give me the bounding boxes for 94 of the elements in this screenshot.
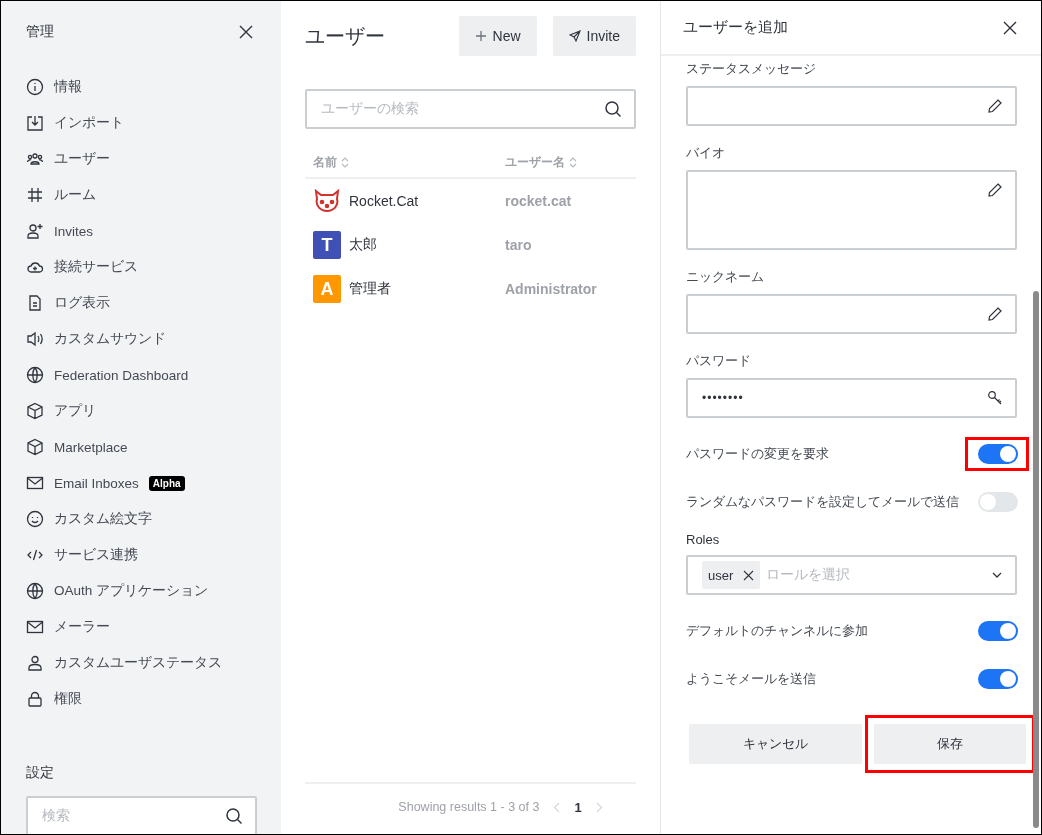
sidebar-item[interactable]: Marketplace [54, 439, 128, 455]
close-icon[interactable] [239, 25, 253, 39]
toggle-switch[interactable] [978, 444, 1018, 464]
sidebar-item[interactable]: メーラー [54, 618, 110, 636]
alpha-badge: Alpha [148, 475, 185, 491]
sidebar-item[interactable]: インポート [54, 114, 124, 132]
text-field[interactable] [686, 294, 1017, 334]
field-label: Roles [686, 532, 721, 547]
panel-title: ユーザーを追加 [683, 18, 788, 37]
mail-icon [26, 474, 44, 492]
globe-icon [26, 366, 44, 384]
letter-avatar: A [313, 275, 341, 303]
next-page-icon[interactable] [595, 801, 603, 813]
password-dots: •••••••• [702, 391, 744, 405]
page-title: ユーザー [305, 23, 385, 49]
roles-select[interactable]: user ロールを選択 [686, 555, 1017, 595]
remove-icon[interactable] [743, 569, 755, 581]
select-placeholder: ロールを選択 [766, 566, 852, 584]
speaker-icon [26, 330, 44, 348]
cube-icon [26, 402, 44, 420]
toggle-label: デフォルトのチャンネルに参加 [686, 622, 868, 640]
chevron-down-icon [991, 571, 1003, 579]
info-icon [26, 78, 44, 96]
text-field[interactable] [686, 86, 1017, 126]
username-cell: Administrator [505, 281, 597, 297]
lock-icon [26, 690, 44, 708]
sidebar-item[interactable]: 情報 [54, 78, 82, 96]
cube-icon [26, 438, 44, 456]
sidebar-item[interactable]: ルーム [54, 186, 96, 204]
user-name[interactable]: Rocket.Cat [349, 193, 419, 209]
field-label: バイオ [686, 144, 726, 162]
user-name[interactable]: 管理者 [349, 280, 391, 298]
password-field[interactable]: •••••••• [686, 378, 1017, 418]
toggle-switch[interactable] [978, 492, 1018, 512]
toggle-label: ようこそメールを送信 [686, 670, 816, 688]
mail-icon [26, 618, 44, 636]
import-icon [26, 114, 44, 132]
sidebar-item[interactable]: アプリ [54, 402, 96, 420]
sidebar-item[interactable]: 権限 [54, 690, 82, 708]
close-icon[interactable] [1003, 20, 1017, 35]
toggle-label: ランダムなパスワードを設定してメールで送信 [686, 493, 959, 511]
previous-page-icon[interactable] [553, 801, 561, 813]
sidebar-item[interactable]: OAuth アプリケーション [54, 582, 209, 600]
field-label: ステータスメッセージ [686, 60, 817, 78]
search-placeholder: 検索 [42, 807, 71, 825]
users-icon [26, 150, 44, 168]
globe-icon [26, 582, 44, 600]
sort-icon[interactable] [341, 156, 349, 168]
sidebar-item[interactable]: カスタムサウンド [54, 330, 166, 348]
smile-icon [26, 510, 44, 528]
username-cell: rocket.cat [505, 193, 572, 209]
sort-icon[interactable] [569, 156, 577, 168]
sidebar-item[interactable]: ユーザー [54, 150, 110, 168]
scrollbar-thumb[interactable] [1033, 291, 1039, 828]
results-summary: Showing results 1 - 3 of 3 [398, 800, 540, 814]
pencil-icon [987, 182, 1003, 198]
sidebar-item[interactable]: Invites [54, 223, 94, 239]
form-button[interactable]: キャンセル [689, 724, 862, 764]
sidebar-item[interactable]: Email Inboxes [54, 475, 139, 491]
sidebar-item[interactable]: 接続サービス [54, 258, 138, 276]
user-name[interactable]: 太郎 [349, 236, 377, 254]
search-icon [225, 807, 243, 825]
username-cell: taro [505, 237, 532, 253]
hash-icon [26, 186, 44, 204]
pencil-icon [987, 306, 1003, 322]
user-plus-icon [26, 222, 44, 240]
cat-avatar-icon [313, 189, 341, 213]
sidebar-item[interactable]: サービス連携 [54, 546, 138, 564]
pencil-icon [987, 98, 1003, 114]
field-label: ニックネーム [686, 268, 765, 286]
send-icon [568, 30, 581, 42]
plus-icon [474, 30, 487, 42]
user-icon [26, 654, 44, 672]
form-button[interactable]: 保存 [874, 724, 1026, 764]
toggle-switch[interactable] [978, 621, 1018, 641]
bio-textarea[interactable] [686, 170, 1017, 250]
settings-heading: 設定 [26, 764, 55, 782]
sidebar-item[interactable]: カスタムユーザステータス [54, 654, 222, 672]
file-icon [26, 294, 44, 312]
page-number[interactable]: 1 [574, 799, 582, 815]
role-chip[interactable]: user [702, 561, 761, 589]
letter-avatar: T [313, 231, 341, 259]
toggle-label: パスワードの変更を要求 [686, 445, 829, 463]
search-icon [604, 100, 622, 118]
sidebar-item[interactable]: Federation Dashboard [54, 367, 189, 383]
sidebar-item[interactable]: ログ表示 [54, 294, 110, 312]
field-label: パスワード [686, 352, 752, 370]
toggle-switch[interactable] [978, 669, 1018, 689]
sidebar-title: 管理 [26, 23, 54, 41]
new-button[interactable]: New [458, 16, 537, 56]
search-placeholder: ユーザーの検索 [321, 100, 420, 118]
key-icon [987, 390, 1003, 406]
sidebar-item[interactable]: カスタム絵文字 [54, 510, 152, 528]
invite-button[interactable]: Invite [552, 16, 636, 56]
